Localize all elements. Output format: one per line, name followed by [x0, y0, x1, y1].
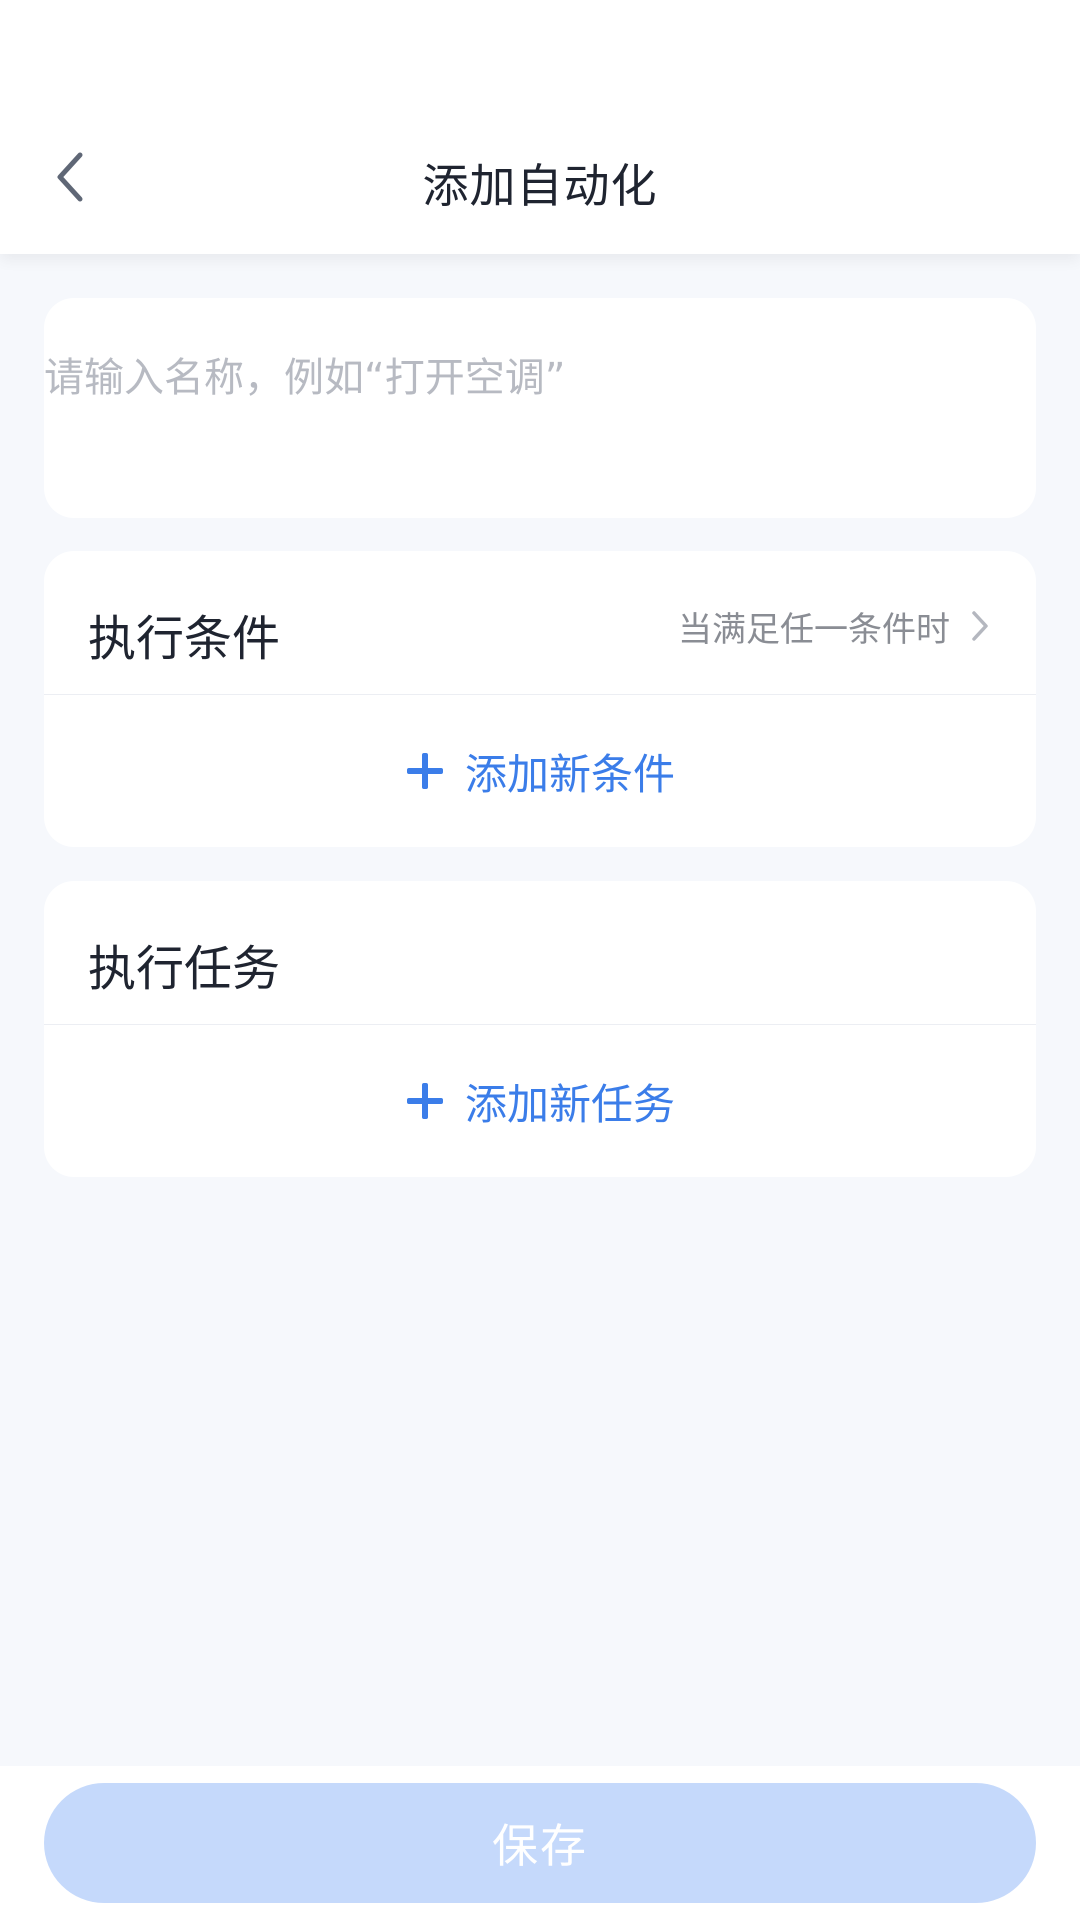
save-button[interactable]: 保存 — [44, 1783, 1036, 1903]
condition-mode-selector[interactable]: 当满足任一条件时 — [678, 601, 990, 651]
add-task-label: 添加新任务 — [464, 1079, 675, 1129]
bottom-bar: 保存 — [0, 1766, 1080, 1920]
tasks-title: 执行任务 — [88, 941, 281, 997]
automation-name-input[interactable] — [44, 346, 944, 410]
add-condition-button[interactable]: 添加新条件 — [44, 695, 1036, 847]
automation-page: 添加自动化 执行条件 当满足任一条件时 添加新条件 — [0, 0, 1080, 1920]
conditions-title: 执行条件 — [88, 611, 281, 667]
tasks-card: 执行任务 添加新任务 — [44, 881, 1036, 1177]
conditions-card: 执行条件 当满足任一条件时 添加新条件 — [44, 551, 1036, 847]
add-condition-label: 添加新条件 — [464, 749, 675, 799]
plus-icon — [405, 1081, 445, 1121]
top-bar: 添加自动化 — [0, 0, 1080, 254]
add-task-button[interactable]: 添加新任务 — [44, 1025, 1036, 1177]
page-title: 添加自动化 — [422, 159, 658, 213]
condition-mode-label: 当满足任一条件时 — [678, 609, 950, 650]
tasks-header: 执行任务 — [44, 881, 1036, 1025]
conditions-header: 执行条件 当满足任一条件时 — [44, 551, 1036, 695]
plus-icon — [405, 751, 445, 791]
chevron-right-icon — [970, 609, 990, 643]
